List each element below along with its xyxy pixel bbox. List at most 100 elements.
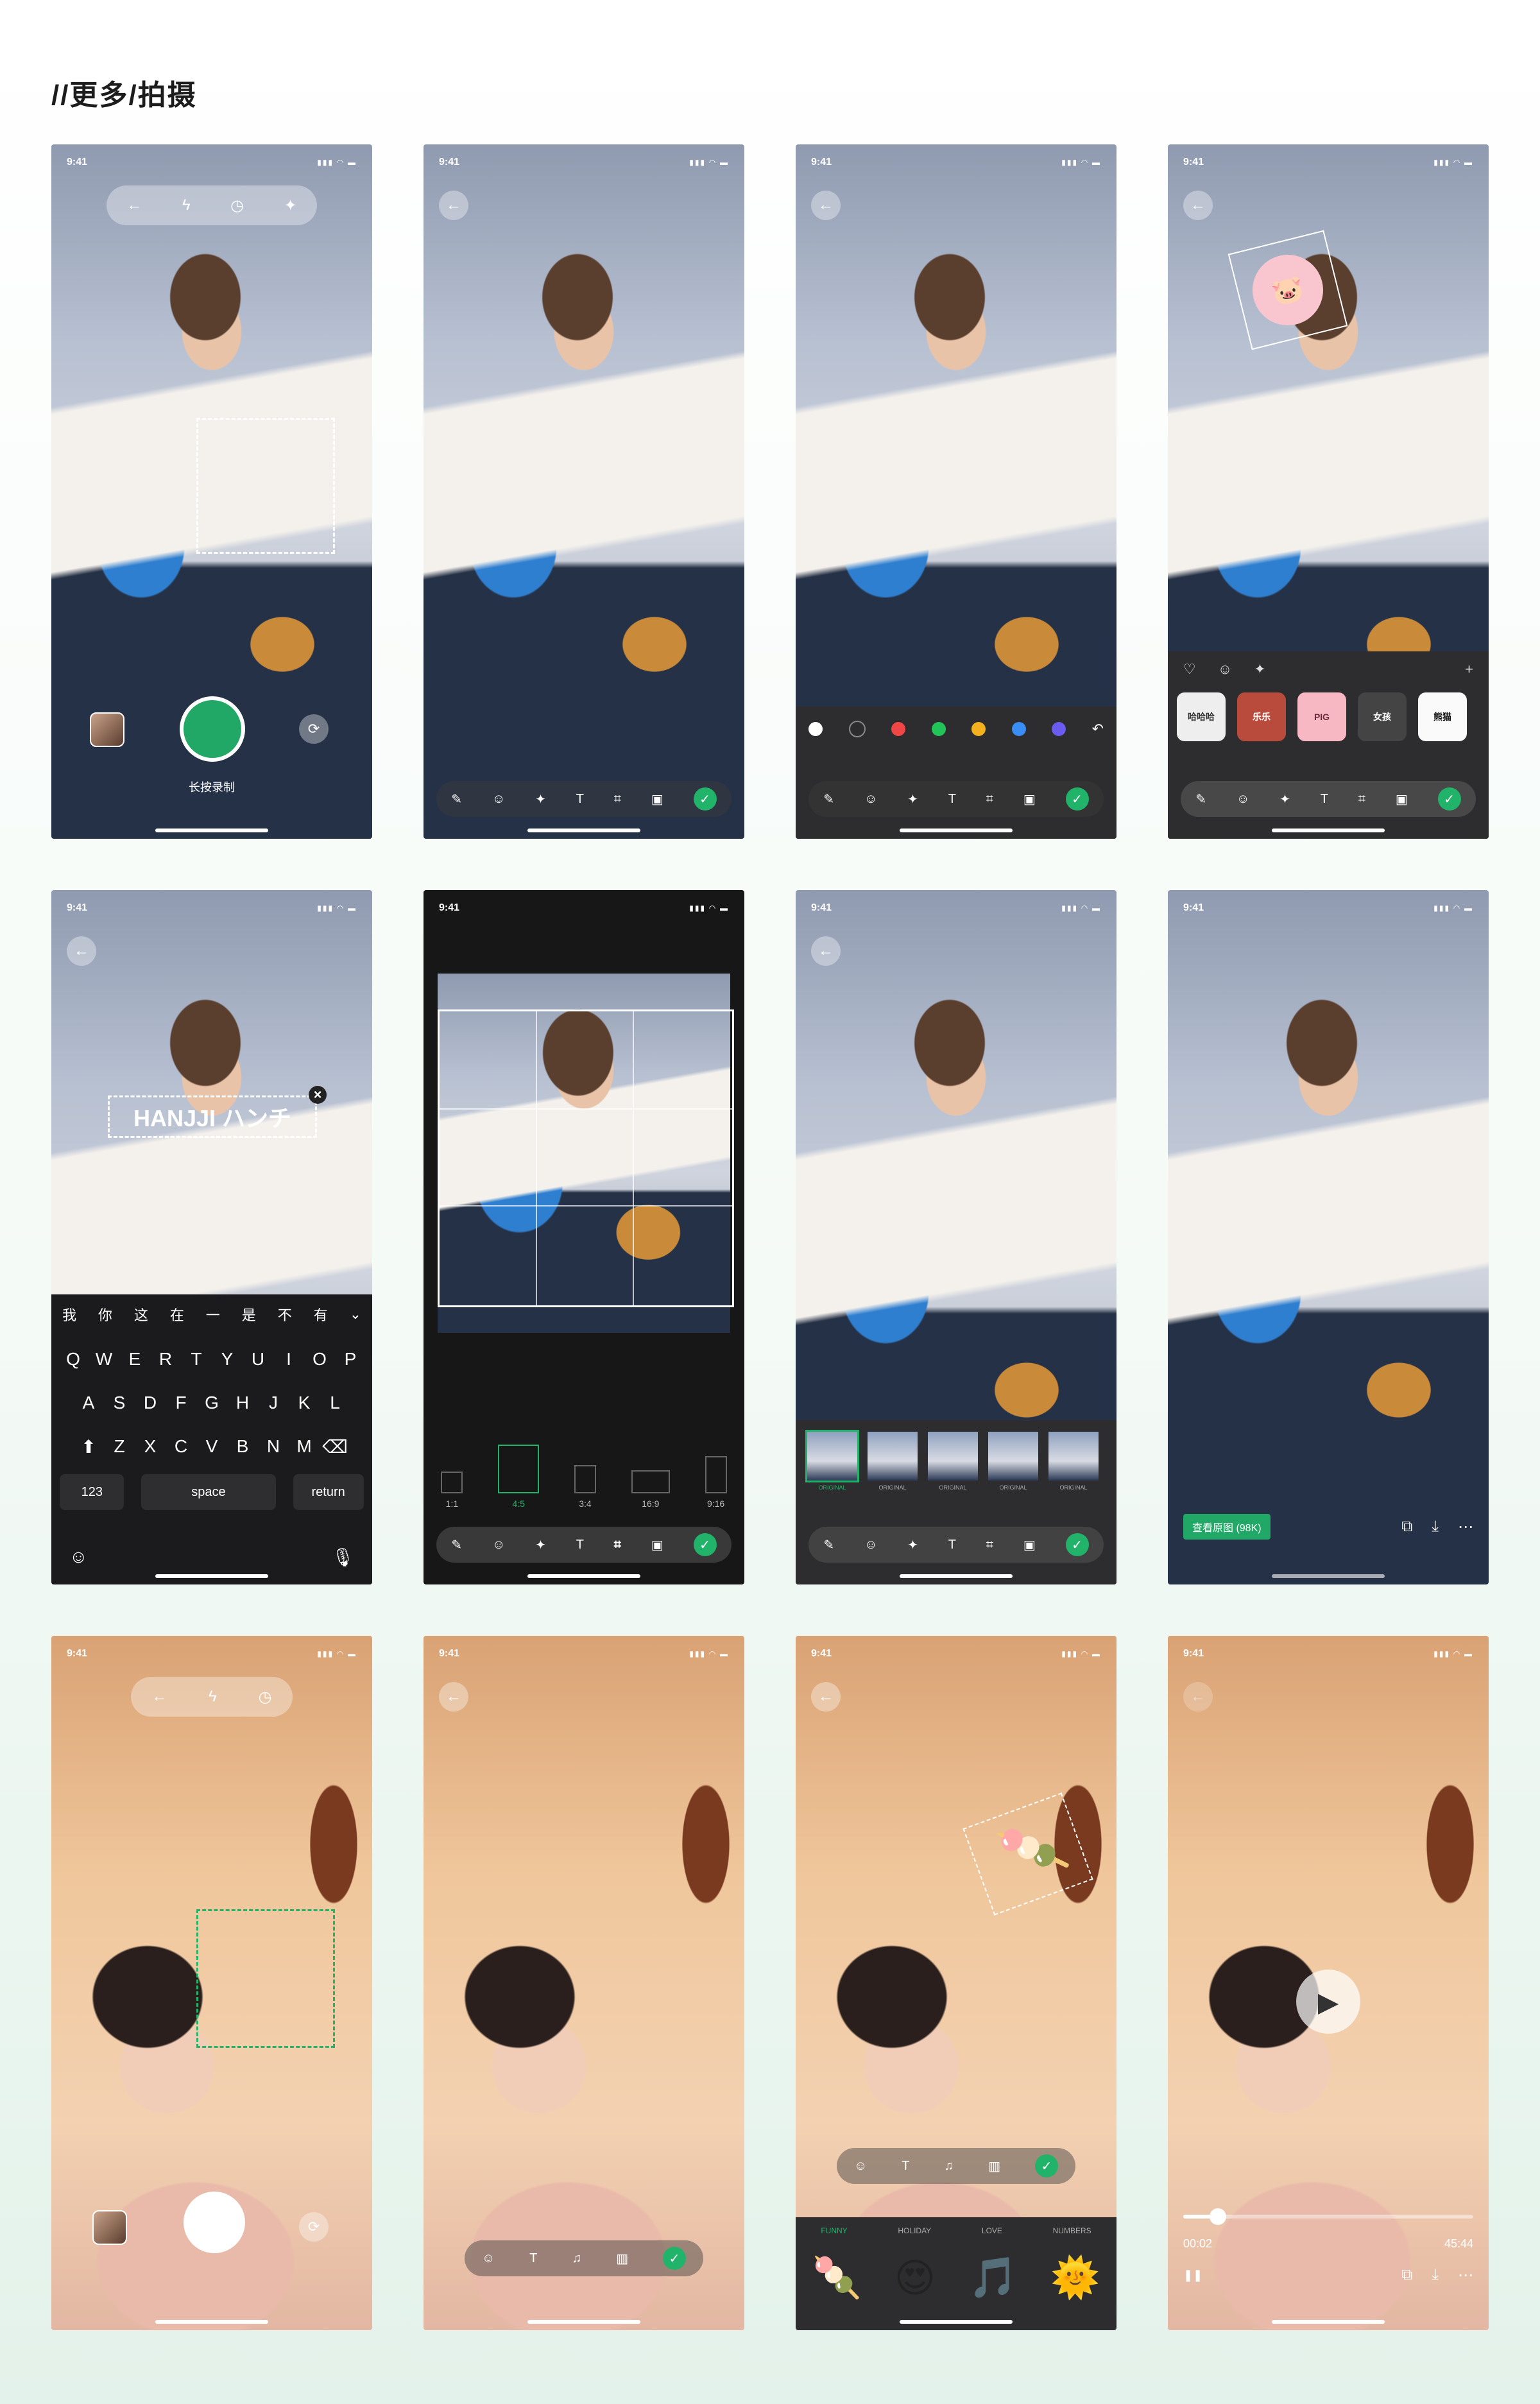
download-icon[interactable]: ⤓ <box>1432 1518 1439 1536</box>
emoji-icon[interactable]: ☺ <box>864 1538 877 1552</box>
back-icon[interactable]: ← <box>151 1688 167 1706</box>
confirm-button[interactable]: ✓ <box>663 2247 687 2270</box>
filter-item[interactable]: ORIGINAL <box>988 1432 1038 1496</box>
color-blue[interactable] <box>1011 722 1026 736</box>
frame-icon[interactable]: ▣ <box>1023 1537 1036 1553</box>
key[interactable]: B <box>231 1428 254 1465</box>
more-icon[interactable]: ⋯ <box>1458 1518 1473 1536</box>
ratio-option-selected[interactable]: 4:5 <box>498 1445 540 1509</box>
record-button[interactable] <box>184 2192 245 2253</box>
gallery-thumbnail[interactable] <box>90 712 124 747</box>
add-sticker-icon[interactable]: + <box>1465 661 1473 678</box>
back-icon[interactable]: ← <box>126 196 142 214</box>
key[interactable]: S <box>108 1384 131 1421</box>
emoji-icon[interactable]: ☺ <box>1236 792 1249 807</box>
candidate-word[interactable]: 这 <box>134 1304 148 1325</box>
copy-icon[interactable]: ⧉ <box>1401 2266 1412 2285</box>
color-red[interactable] <box>891 722 905 736</box>
key[interactable]: C <box>169 1428 193 1465</box>
key[interactable]: E <box>123 1341 146 1378</box>
back-button[interactable]: ← <box>1183 1682 1213 1712</box>
pen-icon[interactable]: ✎ <box>823 791 834 807</box>
return-key[interactable]: return <box>293 1474 364 1510</box>
confirm-button[interactable]: ✓ <box>693 787 717 811</box>
text-icon[interactable]: T <box>902 2159 909 2174</box>
key[interactable]: Q <box>62 1341 85 1378</box>
ratio-option[interactable]: 16:9 <box>631 1470 670 1509</box>
confirm-button[interactable]: ✓ <box>693 1533 717 1556</box>
emoji-item[interactable]: 😍 <box>894 2254 936 2301</box>
crop-frame[interactable] <box>438 1009 734 1307</box>
flip-camera-icon[interactable]: ⟳ <box>299 2212 329 2242</box>
key[interactable]: A <box>77 1384 100 1421</box>
back-button[interactable]: ← <box>811 191 841 220</box>
tab-holiday[interactable]: HOLIDAY <box>898 2226 931 2235</box>
key[interactable]: D <box>139 1384 162 1421</box>
video-progress[interactable] <box>1183 2208 1473 2225</box>
frame-icon[interactable]: ▣ <box>651 791 663 807</box>
popsicle-sticker-icon[interactable]: 🍡 <box>993 1811 1074 1889</box>
favorite-icon[interactable]: ♡ <box>1183 661 1196 678</box>
tab-funny[interactable]: FUNNY <box>821 2226 847 2235</box>
delete-icon[interactable]: ⌫ <box>322 1428 348 1465</box>
key[interactable]: X <box>139 1428 162 1465</box>
mic-icon[interactable]: 🎙 <box>331 1547 354 1568</box>
pen-icon[interactable]: ✎ <box>451 791 462 807</box>
back-button[interactable]: ← <box>439 1682 468 1712</box>
confirm-button[interactable]: ✓ <box>1065 787 1089 811</box>
tab-numbers[interactable]: NUMBERS <box>1053 2226 1091 2235</box>
magic-icon[interactable]: ✦ <box>535 791 546 807</box>
sticker-item[interactable]: 熊猫 <box>1418 692 1467 741</box>
magic-icon[interactable]: ✦ <box>535 1537 546 1553</box>
shutter-button[interactable] <box>180 696 245 762</box>
music-icon[interactable]: ♫ <box>944 2159 954 2174</box>
key[interactable]: P <box>339 1341 362 1378</box>
magic-category-icon[interactable]: ✦ <box>1254 661 1265 678</box>
ratio-option[interactable]: 3:4 <box>574 1465 596 1509</box>
color-purple[interactable] <box>1052 722 1066 736</box>
pen-icon[interactable]: ✎ <box>823 1537 834 1553</box>
key[interactable]: L <box>323 1384 346 1421</box>
candidate-word[interactable]: 在 <box>170 1304 184 1325</box>
frame-icon[interactable]: ▣ <box>651 1537 663 1553</box>
crop-icon[interactable]: ⌗ <box>986 1538 993 1552</box>
text-icon[interactable]: T <box>576 1538 584 1552</box>
filter-item[interactable]: ORIGINAL <box>805 1430 859 1496</box>
text-icon[interactable]: T <box>529 2251 537 2266</box>
film-icon[interactable]: ▥ <box>616 2251 628 2267</box>
flip-camera-icon[interactable]: ⟳ <box>299 714 329 744</box>
color-black[interactable] <box>848 721 866 737</box>
confirm-button[interactable]: ✓ <box>1035 2154 1059 2177</box>
copy-icon[interactable]: ⧉ <box>1401 1518 1412 1536</box>
key[interactable]: N <box>262 1428 285 1465</box>
flash-icon[interactable]: ϟ <box>209 1688 217 1706</box>
back-button[interactable]: ← <box>1183 191 1213 220</box>
emoji-icon[interactable]: ☺ <box>854 2159 867 2174</box>
color-green[interactable] <box>931 722 946 736</box>
confirm-button[interactable]: ✓ <box>1437 787 1461 811</box>
space-key[interactable]: space <box>141 1474 276 1510</box>
tab-love[interactable]: LOVE <box>982 2226 1002 2235</box>
key[interactable]: F <box>169 1384 193 1421</box>
key[interactable]: U <box>246 1341 270 1378</box>
crop-icon[interactable]: ⌗ <box>1358 792 1365 807</box>
magic-icon[interactable]: ✦ <box>907 791 918 807</box>
candidate-word[interactable]: 我 <box>62 1304 76 1325</box>
pause-icon[interactable]: ❚❚ <box>1183 2269 1202 2282</box>
sticker-item[interactable]: PIG <box>1297 692 1346 741</box>
key[interactable]: J <box>262 1384 285 1421</box>
key[interactable]: R <box>154 1341 177 1378</box>
key[interactable]: O <box>308 1341 331 1378</box>
text-overlay[interactable]: HANJJI ハンチ × <box>108 1086 327 1138</box>
color-white[interactable] <box>809 722 823 736</box>
color-yellow[interactable] <box>971 722 986 736</box>
text-icon[interactable]: T <box>948 1538 956 1552</box>
candidate-word[interactable]: 不 <box>278 1304 292 1325</box>
key[interactable]: G <box>200 1384 223 1421</box>
magic-icon[interactable]: ✦ <box>1279 791 1290 807</box>
key[interactable]: Z <box>108 1428 131 1465</box>
emoji-keyboard-icon[interactable]: ☺ <box>69 1547 88 1568</box>
chevron-down-icon[interactable]: ⌄ <box>350 1306 361 1323</box>
filter-item[interactable]: ORIGINAL <box>1048 1432 1099 1496</box>
ratio-option[interactable]: 1:1 <box>441 1472 463 1509</box>
